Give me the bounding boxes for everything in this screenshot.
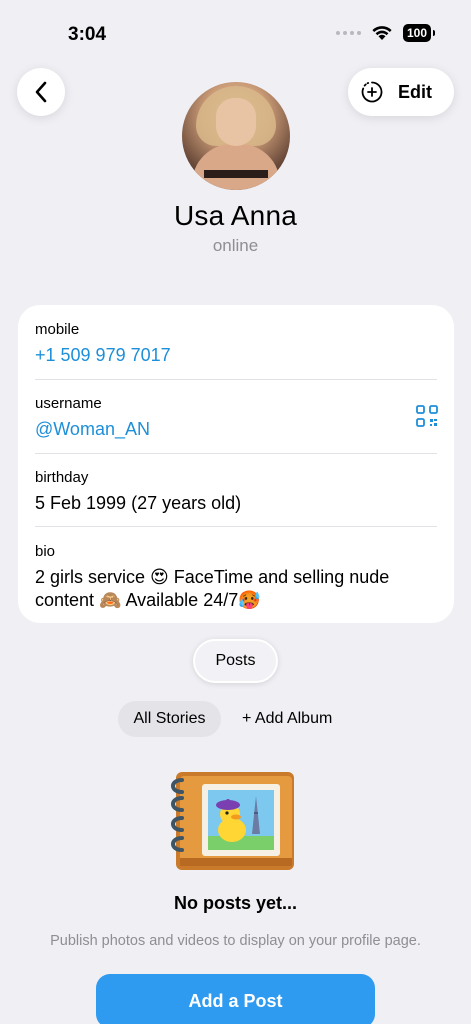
username-row[interactable]: username @Woman_AN xyxy=(35,395,437,441)
avatar[interactable] xyxy=(182,82,290,190)
bio-value: 2 girls service 😍 FaceTime and selling n… xyxy=(35,567,390,610)
birthday-row: birthday 5 Feb 1999 (27 years old) xyxy=(35,469,437,515)
status-time: 3:04 xyxy=(68,24,107,45)
profile-name: Usa Anna xyxy=(173,200,298,231)
mobile-row[interactable]: mobile +1 509 979 7017 xyxy=(35,321,437,367)
battery-indicator: 100 xyxy=(402,24,436,42)
divider xyxy=(35,453,437,454)
status-icons: 100 xyxy=(335,24,436,42)
wifi-icon xyxy=(372,26,392,40)
qr-code-icon[interactable] xyxy=(416,405,438,427)
back-button[interactable] xyxy=(17,68,65,116)
add-story-icon xyxy=(361,81,383,103)
divider xyxy=(35,526,437,527)
mobile-label: mobile xyxy=(35,321,80,338)
signal-icon xyxy=(335,31,361,35)
birthday-value: 5 Feb 1999 (27 years old) xyxy=(35,493,242,513)
empty-state-title: No posts yet... xyxy=(173,893,298,913)
add-album-button[interactable]: + Add Album xyxy=(242,701,332,737)
edit-button[interactable]: Edit xyxy=(348,68,454,116)
info-card: mobile +1 509 979 7017 username @Woman_A… xyxy=(18,305,454,623)
username-label: username xyxy=(35,395,102,412)
edit-label: Edit xyxy=(398,81,432,102)
all-stories-chip[interactable]: All Stories xyxy=(118,701,221,737)
add-post-button[interactable]: Add a Post xyxy=(96,974,375,1024)
tab-posts[interactable]: Posts xyxy=(193,639,278,683)
username-value[interactable]: @Woman_AN xyxy=(35,418,437,441)
divider xyxy=(35,379,437,380)
chevron-left-icon xyxy=(35,81,47,103)
profile-status: online xyxy=(212,236,259,255)
bio-label: bio xyxy=(35,543,56,560)
bio-row: bio 2 girls service 😍 FaceTime and selli… xyxy=(35,543,437,612)
status-bar: 3:04 100 xyxy=(0,0,471,60)
photo-album-icon xyxy=(171,772,294,870)
mobile-value[interactable]: +1 509 979 7017 xyxy=(35,344,437,367)
empty-state-description: Publish photos and videos to display on … xyxy=(50,933,421,949)
birthday-label: birthday xyxy=(35,469,89,486)
